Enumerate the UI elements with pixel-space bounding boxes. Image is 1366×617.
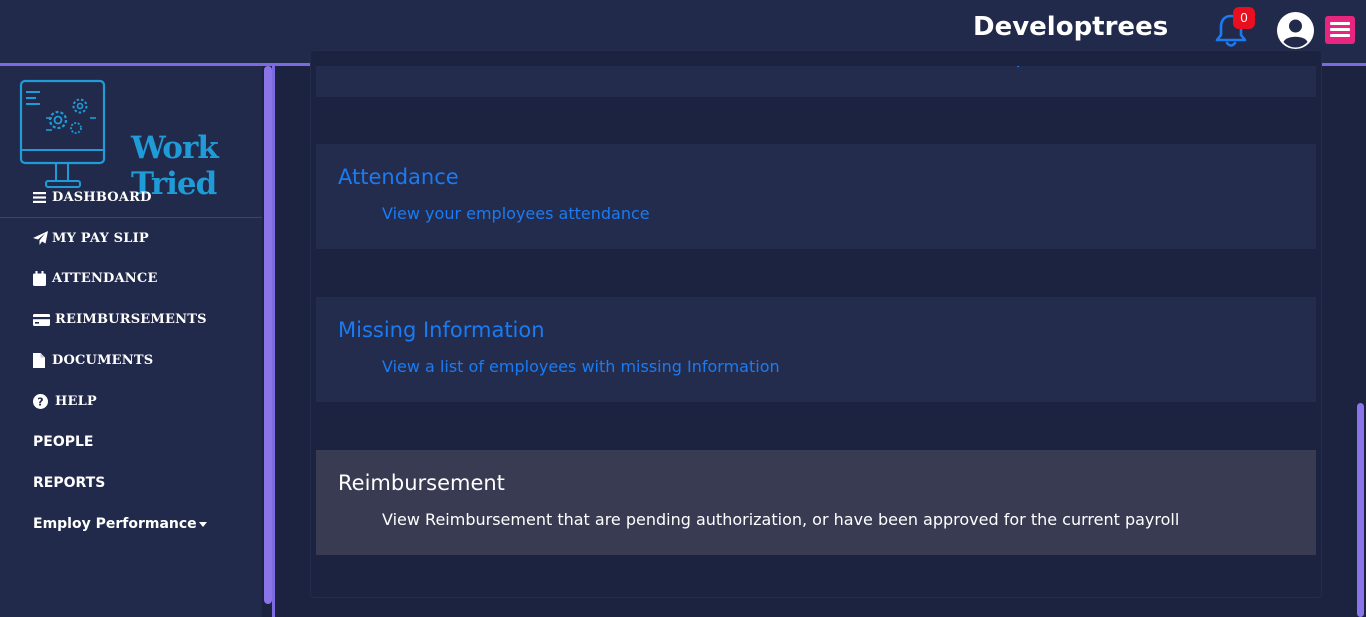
page-scrollbar-thumb[interactable] bbox=[1357, 403, 1364, 617]
sidebar-item-employ-performance[interactable]: Employ Performance bbox=[33, 503, 258, 544]
sidebar-item-reimbursements[interactable]: REIMBURSEMENTS bbox=[33, 299, 258, 340]
card-description[interactable]: View Reimbursement that are pending auth… bbox=[382, 510, 1179, 529]
card-description[interactable]: View your employees attendance bbox=[382, 204, 650, 223]
sidebar-item-dashboard[interactable]: DASHBOARD bbox=[33, 177, 258, 218]
svg-text:?: ? bbox=[37, 395, 43, 408]
sidebar-item-reports[interactable]: REPORTS bbox=[33, 463, 258, 504]
sidebar-item-label: DASHBOARD bbox=[52, 189, 152, 205]
sidebar-nav: DASHBOARD MY PAY SLIP ATTENDANCE REIMBUR… bbox=[33, 177, 258, 544]
paper-plane-icon bbox=[33, 231, 49, 246]
file-icon bbox=[33, 353, 49, 369]
sidebar-scrollbar-thumb[interactable] bbox=[264, 66, 272, 604]
main-content-border bbox=[272, 66, 275, 617]
user-menu-button[interactable] bbox=[1277, 12, 1314, 49]
card-attendance[interactable]: Attendance View your employees attendanc… bbox=[316, 144, 1316, 249]
monitor-gears-icon bbox=[19, 79, 106, 188]
sidebar-item-label: PEOPLE bbox=[33, 434, 94, 451]
company-logo[interactable]: Work Tried bbox=[18, 78, 243, 202]
sidebar-item-label: Employ Performance bbox=[33, 515, 197, 532]
sidebar-item-attendance[interactable]: ATTENDANCE bbox=[33, 259, 258, 300]
sidebar-item-label: REIMBURSEMENTS bbox=[55, 312, 207, 328]
notification-count-badge: 0 bbox=[1233, 7, 1255, 29]
card-title[interactable]: Missing Information bbox=[338, 318, 545, 342]
sidebar-item-documents[interactable]: DOCUMENTS bbox=[33, 340, 258, 381]
question-circle-icon: ? bbox=[33, 393, 52, 409]
sidebar-item-label: MY PAY SLIP bbox=[52, 230, 149, 246]
sidebar-item-label: ATTENDANCE bbox=[52, 271, 158, 287]
card-reimbursement[interactable]: Reimbursement View Reimbursement that ar… bbox=[316, 450, 1316, 555]
caret-down-icon bbox=[198, 522, 207, 528]
card-description[interactable]: View a list of employees with missing In… bbox=[382, 357, 780, 376]
sidebar-item-people[interactable]: PEOPLE bbox=[33, 422, 258, 463]
hamburger-menu-button[interactable] bbox=[1325, 16, 1355, 44]
sidebar-item-my-pay-slip[interactable]: MY PAY SLIP bbox=[33, 218, 258, 259]
card-title[interactable]: Reimbursement bbox=[338, 471, 505, 495]
sidebar-item-label: HELP bbox=[55, 393, 97, 409]
hamburger-icon-bar bbox=[1330, 34, 1350, 37]
brand-name[interactable]: Developtrees bbox=[973, 12, 1168, 42]
bars-icon bbox=[33, 191, 49, 203]
calendar-icon bbox=[33, 271, 49, 287]
user-circle-icon bbox=[1277, 12, 1314, 49]
card-partial-top[interactable] bbox=[316, 66, 1316, 97]
hamburger-icon-bar bbox=[1330, 28, 1350, 31]
card-missing-information[interactable]: Missing Information View a list of emplo… bbox=[316, 297, 1316, 402]
hamburger-icon bbox=[1330, 22, 1350, 25]
sidebar-item-label: DOCUMENTS bbox=[52, 353, 154, 369]
credit-card-icon bbox=[33, 313, 52, 326]
partial-text-glyph bbox=[1017, 66, 1020, 68]
sidebar-item-label: REPORTS bbox=[33, 474, 106, 491]
sidebar-item-help[interactable]: ? HELP bbox=[33, 381, 258, 422]
card-title[interactable]: Attendance bbox=[338, 165, 459, 189]
